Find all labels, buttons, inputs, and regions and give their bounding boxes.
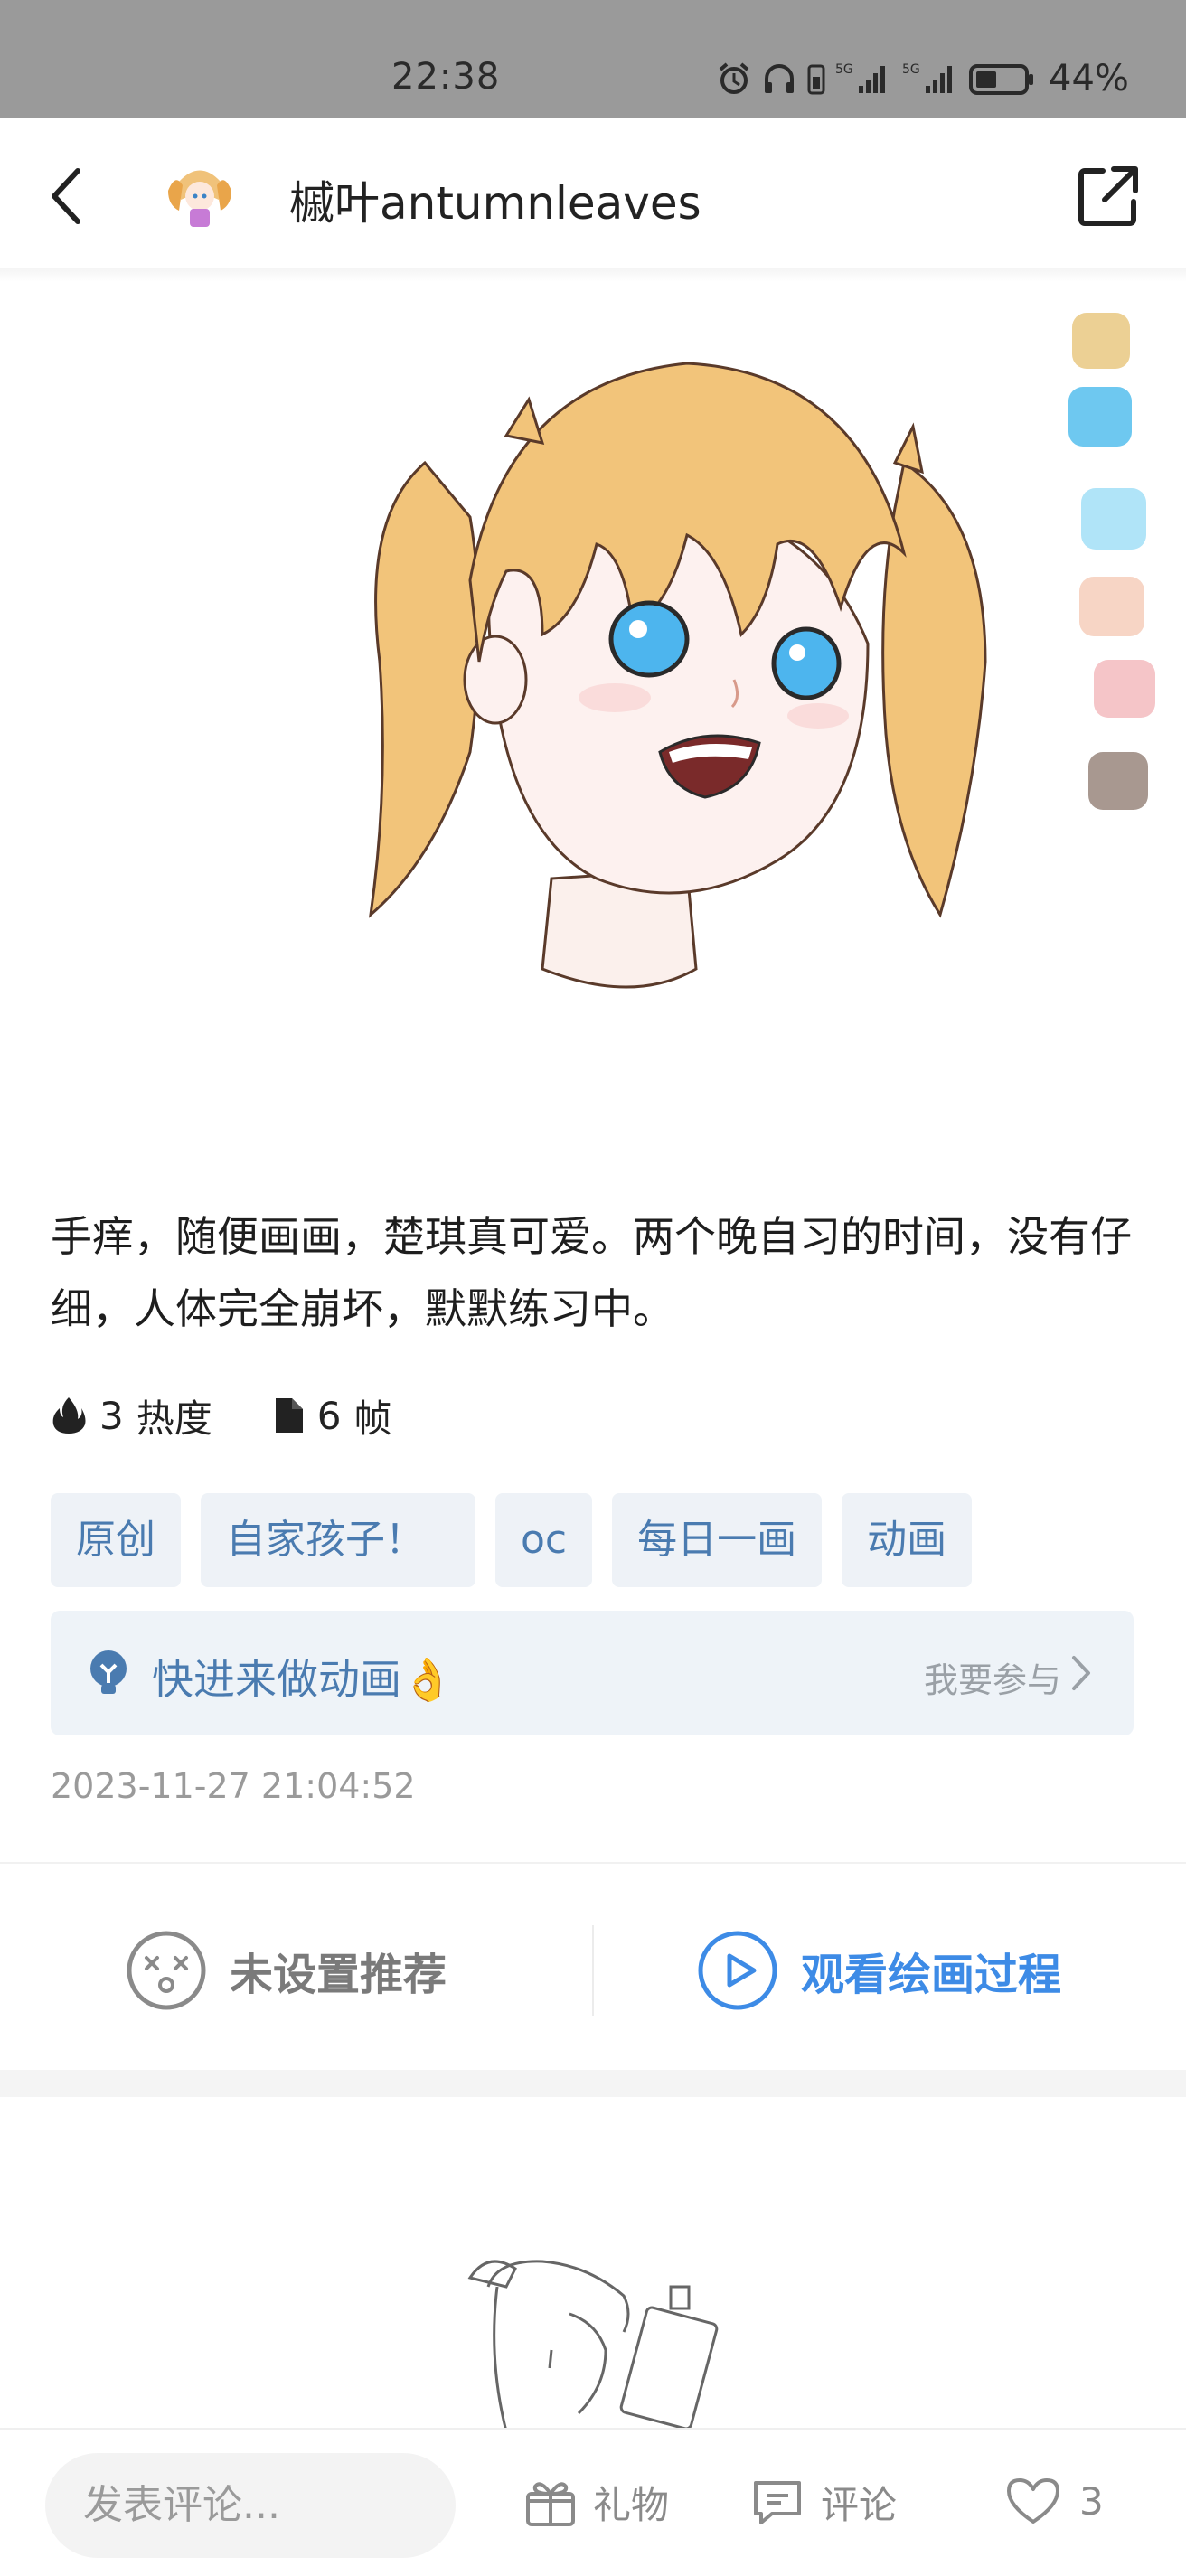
bottom-bar: 发表评论... 礼物 评论 3 xyxy=(0,2428,1186,2576)
post-timestamp: 2023-11-27 21:04:52 xyxy=(51,1766,416,1806)
alarm-icon xyxy=(719,62,749,94)
tag-item[interactable]: 自家孩子！ xyxy=(201,1493,475,1587)
empty-comments-illustration xyxy=(467,2260,719,2431)
signal-5g-1-icon: 5G xyxy=(835,62,885,93)
recommend-label: 未设置推荐 xyxy=(230,1950,447,2000)
dizzy-face-icon xyxy=(127,1931,206,2010)
frames-stat: 6 帧 xyxy=(272,1388,392,1443)
color-swatch-2 xyxy=(1068,387,1132,447)
comment-icon xyxy=(754,2480,801,2524)
svg-text:5G: 5G xyxy=(835,62,853,77)
post-stats: 3 热度 6 帧 xyxy=(51,1388,452,1443)
status-icons: 5G 5G 44% xyxy=(716,56,1129,101)
avatar[interactable] xyxy=(159,155,240,236)
signal-5g-2-icon: 5G xyxy=(902,62,952,93)
heat-stat: 3 热度 xyxy=(51,1388,212,1443)
post-description: 手痒，随便画画，楚琪真可爱。两个晚自习的时间，没有仔细，人体完全崩坏，默默练习中… xyxy=(51,1212,1132,1333)
battery-percent: 44% xyxy=(1049,58,1129,99)
activity-title: 快进来做动画👌 xyxy=(152,1655,454,1704)
watch-process-label: 观看绘画过程 xyxy=(801,1950,1062,2000)
comment-label: 评论 xyxy=(821,2483,898,2527)
headphones-icon xyxy=(765,64,794,93)
svg-text:5G: 5G xyxy=(902,62,920,77)
post-actions: 未设置推荐 观看绘画过程 xyxy=(0,1916,1186,2025)
frames-label: 帧 xyxy=(353,1396,392,1441)
artwork[interactable] xyxy=(0,282,1186,1123)
avatar-image xyxy=(159,155,240,236)
chevron-right-icon xyxy=(1072,1656,1090,1690)
tag-item[interactable]: 动画 xyxy=(842,1493,973,1587)
battery-icon xyxy=(969,64,1033,95)
file-icon xyxy=(275,1398,303,1433)
play-circle-icon xyxy=(698,1931,777,2010)
heat-value: 3 xyxy=(99,1393,124,1438)
color-swatch-1 xyxy=(1072,313,1130,369)
gift-icon xyxy=(526,2481,575,2526)
color-swatch-6 xyxy=(1088,752,1148,810)
activity-banner[interactable]: 快进来做动画👌 我要参与 xyxy=(51,1611,1134,1735)
recommend-button[interactable]: 未设置推荐 xyxy=(125,1929,447,2012)
tag-item[interactable]: 每日一画 xyxy=(612,1493,823,1587)
flame-icon xyxy=(52,1397,86,1434)
share-button[interactable] xyxy=(1072,160,1144,232)
tag-item[interactable]: oc xyxy=(495,1493,593,1587)
actions-separator xyxy=(592,1925,594,2016)
heat-label: 热度 xyxy=(136,1396,212,1441)
lightbulb-icon xyxy=(90,1650,127,1694)
share-external-icon xyxy=(1078,166,1138,226)
frames-value: 6 xyxy=(316,1393,342,1438)
tag-item[interactable]: 原创 xyxy=(51,1493,181,1587)
section-gap xyxy=(0,2070,1186,2097)
watch-process-button[interactable]: 观看绘画过程 xyxy=(696,1929,1061,2012)
chevron-left-icon xyxy=(52,168,80,224)
gift-label: 礼物 xyxy=(593,2483,670,2527)
like-button[interactable]: 3 xyxy=(1003,2475,1104,2527)
phone-battery-icon xyxy=(807,64,825,95)
status-bar: 22:38 5G 5G 44% xyxy=(0,0,1186,118)
username[interactable]: 槭叶antumnleaves xyxy=(289,167,701,232)
app-header: 槭叶antumnleaves xyxy=(0,118,1186,268)
heart-icon xyxy=(1007,2478,1059,2524)
color-swatch-5 xyxy=(1094,660,1155,718)
tag-list: 原创 自家孩子！ oc 每日一画 动画 xyxy=(51,1493,973,1587)
divider xyxy=(0,1862,1186,1864)
color-swatch-3 xyxy=(1081,488,1146,550)
header-shadow xyxy=(0,268,1186,282)
like-count: 3 xyxy=(1079,2478,1104,2524)
back-button[interactable] xyxy=(36,160,99,232)
comment-input[interactable]: 发表评论... xyxy=(45,2453,456,2558)
color-swatch-4 xyxy=(1079,577,1144,636)
comment-button[interactable]: 评论 xyxy=(750,2475,897,2530)
status-time: 22:38 xyxy=(391,56,501,98)
gift-button[interactable]: 礼物 xyxy=(524,2475,669,2530)
artwork-drawing xyxy=(368,362,987,989)
join-link[interactable]: 我要参与 xyxy=(924,1652,1061,1702)
